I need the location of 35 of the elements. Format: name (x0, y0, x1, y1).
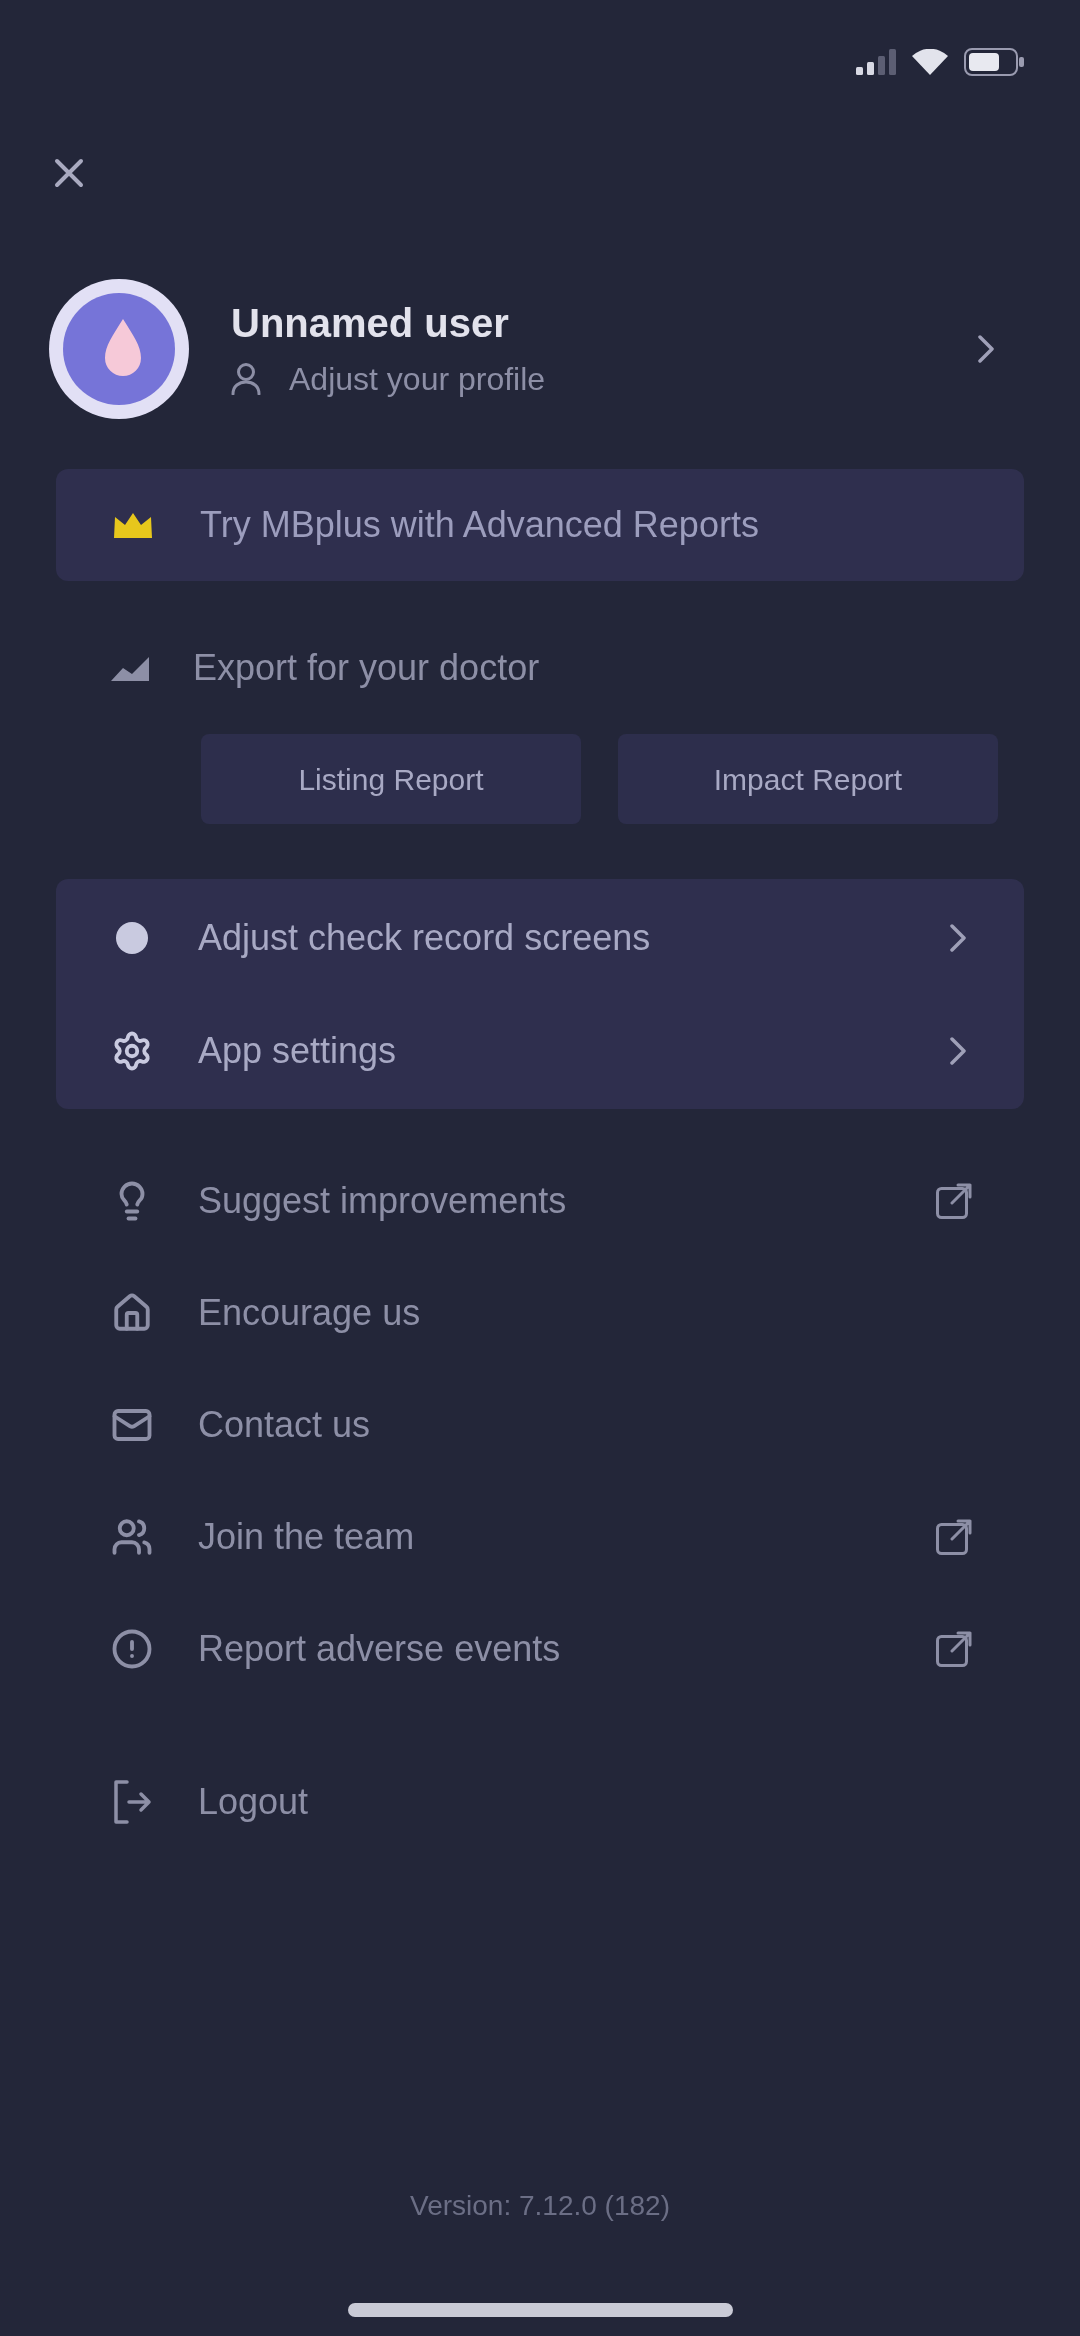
people-icon (111, 1516, 153, 1558)
menu-link[interactable]: Suggest improvements (56, 1145, 1024, 1257)
external-link-icon (936, 1519, 972, 1555)
alert-circle-icon (111, 1628, 153, 1670)
crown-icon (112, 511, 154, 539)
chevron-right-icon (950, 1036, 966, 1065)
promo-banner[interactable]: Try MBplus with Advanced Reports (56, 469, 1024, 581)
person-icon (231, 363, 261, 395)
chevron-right-icon (978, 335, 994, 363)
logout-button[interactable]: Logout (56, 1746, 1024, 1858)
menu-link[interactable]: Report adverse events (56, 1593, 1024, 1705)
chevron-right-icon (950, 923, 966, 952)
export-report-button[interactable]: Impact Report (618, 734, 998, 824)
menu-link[interactable]: Contact us (56, 1369, 1024, 1481)
menu-link[interactable]: Join the team (56, 1481, 1024, 1593)
settings-menu-item[interactable]: App settings (56, 994, 1024, 1107)
export-report-button[interactable]: Listing Report (201, 734, 581, 824)
external-link-icon (936, 1631, 972, 1667)
menu-link[interactable]: Encourage us (56, 1257, 1024, 1369)
external-link-icon (936, 1183, 972, 1219)
wifi-icon (912, 49, 948, 75)
adjust-profile-link[interactable]: Adjust your profile (231, 359, 546, 399)
dot-icon (115, 920, 149, 955)
logout-icon (112, 1780, 152, 1824)
settings-icon (111, 1029, 153, 1072)
user-name: Unnamed user (231, 300, 510, 347)
drop-avatar-icon (49, 279, 189, 419)
house-icon (111, 1292, 153, 1334)
version-text: Version: 7.12.0 (182) (410, 2189, 670, 2223)
settings-menu-item[interactable]: Adjust check record screens (56, 881, 1024, 994)
profile-chevron-button[interactable] (978, 335, 994, 363)
export-title: Export for your doctor (193, 650, 540, 686)
signal-icon (856, 49, 896, 75)
battery-icon (964, 48, 1024, 76)
close-icon (54, 158, 84, 188)
